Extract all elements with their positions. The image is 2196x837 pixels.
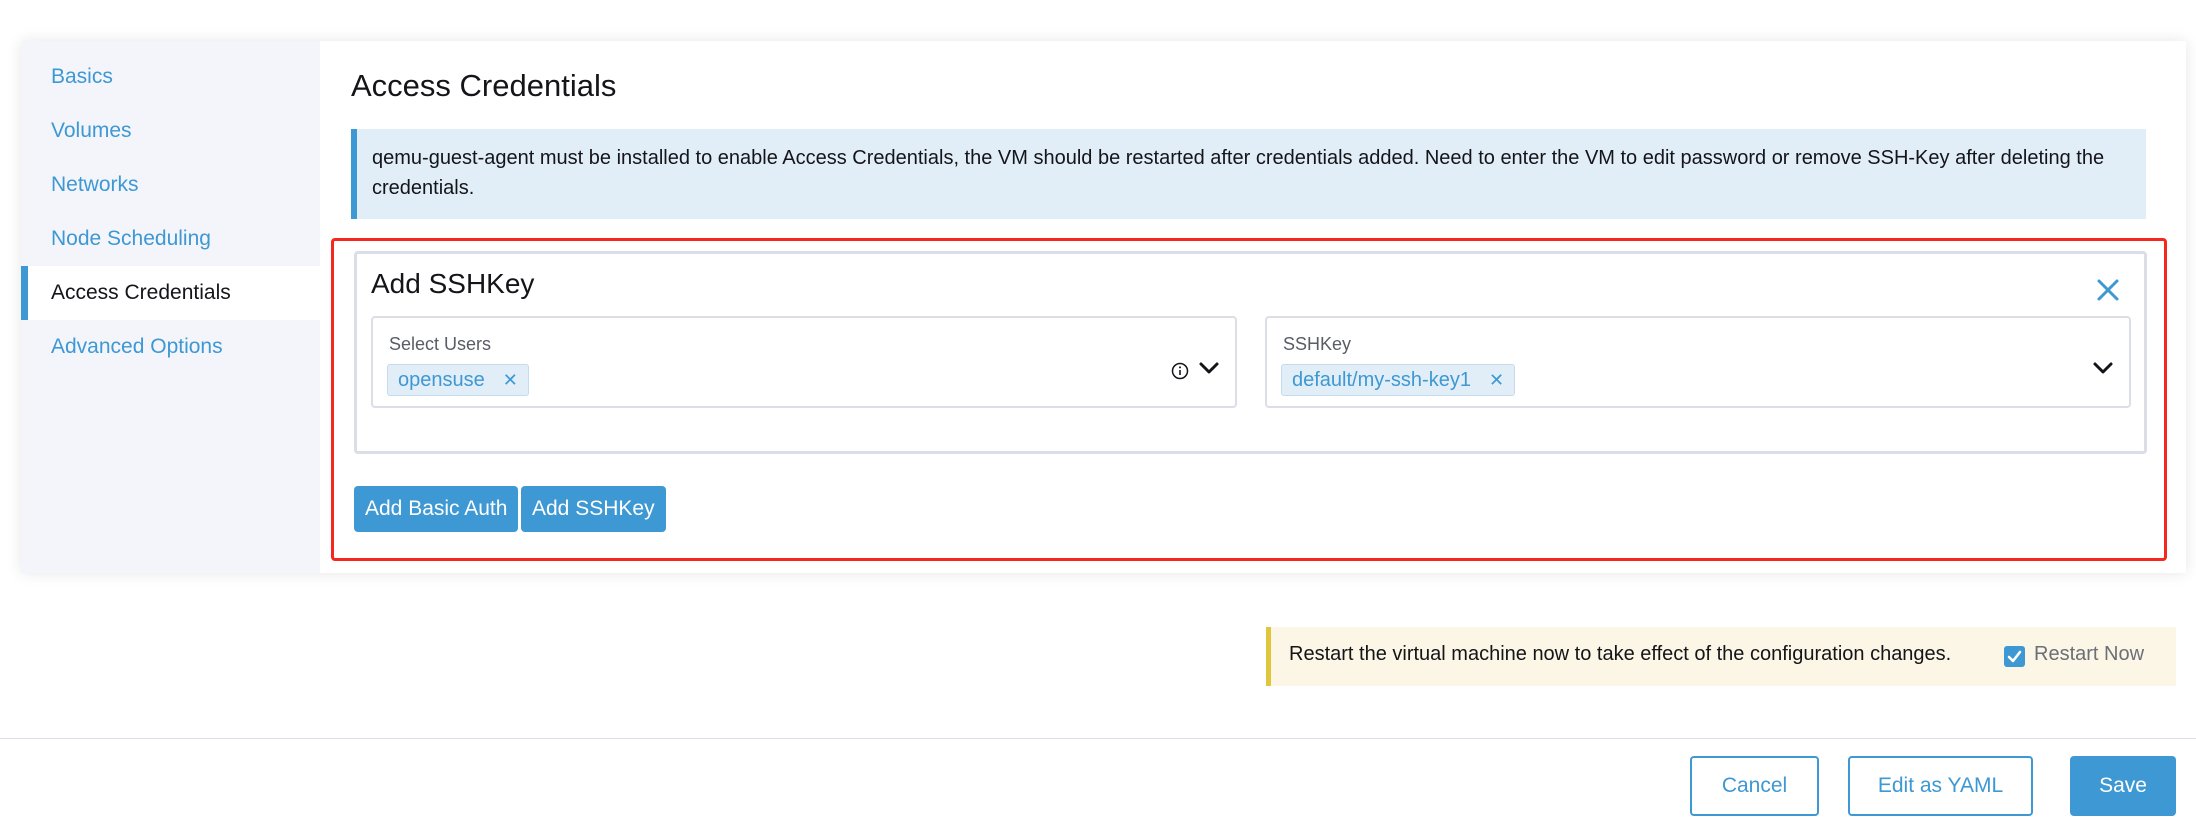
- page: Basics Volumes Networks Node Scheduling …: [0, 0, 2196, 837]
- close-icon[interactable]: [2094, 276, 2122, 304]
- remove-tag-icon[interactable]: ✕: [1489, 364, 1504, 396]
- edit-as-yaml-button[interactable]: Edit as YAML: [1848, 756, 2033, 816]
- sidebar-item-basics[interactable]: Basics: [21, 50, 320, 104]
- user-tag: opensuse ✕: [387, 364, 529, 396]
- sidebar-item-advanced-options[interactable]: Advanced Options: [21, 320, 320, 374]
- add-basic-auth-button[interactable]: Add Basic Auth: [354, 486, 519, 532]
- sidebar-item-access-credentials[interactable]: Access Credentials: [21, 266, 320, 320]
- sshkey-label: SSHKey: [1283, 334, 1352, 354]
- sidebar-item-volumes[interactable]: Volumes: [21, 104, 320, 158]
- sshkey-field[interactable]: SSHKey default/my-ssh-key1 ✕: [1265, 316, 2131, 408]
- sidebar-item-node-scheduling[interactable]: Node Scheduling: [21, 212, 320, 266]
- sshkey-tag: default/my-ssh-key1 ✕: [1281, 364, 1516, 396]
- footer-divider: [0, 738, 2196, 739]
- sidebar-item-networks[interactable]: Networks: [21, 158, 320, 212]
- restart-now-checkbox[interactable]: [2004, 646, 2025, 667]
- remove-tag-icon[interactable]: ✕: [503, 364, 518, 396]
- restart-banner: Restart the virtual machine now to take …: [1266, 627, 2176, 686]
- main-content: Access Credentials qemu-guest-agent must…: [320, 41, 2186, 573]
- chevron-down-icon[interactable]: [1197, 358, 1221, 378]
- cancel-button[interactable]: Cancel: [1690, 756, 1819, 816]
- chevron-down-icon[interactable]: [2091, 358, 2115, 378]
- add-sshkey-panel: Add SSHKey Select Users opensuse ✕ SSHKe…: [354, 251, 2147, 454]
- add-sshkey-button[interactable]: Add SSHKey: [521, 486, 666, 532]
- sidebar: Basics Volumes Networks Node Scheduling …: [21, 41, 320, 573]
- info-banner: qemu-guest-agent must be installed to en…: [351, 129, 2146, 219]
- restart-message: Restart the virtual machine now to take …: [1289, 643, 1952, 665]
- form-card: Basics Volumes Networks Node Scheduling …: [21, 41, 2186, 573]
- page-title: Access Credentials: [351, 68, 617, 103]
- check-icon: [2007, 650, 2022, 663]
- save-button[interactable]: Save: [2070, 756, 2176, 816]
- sshkey-tag-label: default/my-ssh-key1: [1292, 369, 1471, 391]
- restart-now-label[interactable]: Restart Now: [2034, 643, 2144, 666]
- user-tag-label: opensuse: [398, 369, 485, 391]
- select-users-field[interactable]: Select Users opensuse ✕: [371, 316, 1237, 408]
- panel-title: Add SSHKey: [371, 268, 535, 299]
- info-icon[interactable]: [1171, 362, 1189, 380]
- highlight-frame: Add SSHKey Select Users opensuse ✕ SSHKe…: [331, 238, 2167, 561]
- select-users-label: Select Users: [389, 334, 492, 354]
